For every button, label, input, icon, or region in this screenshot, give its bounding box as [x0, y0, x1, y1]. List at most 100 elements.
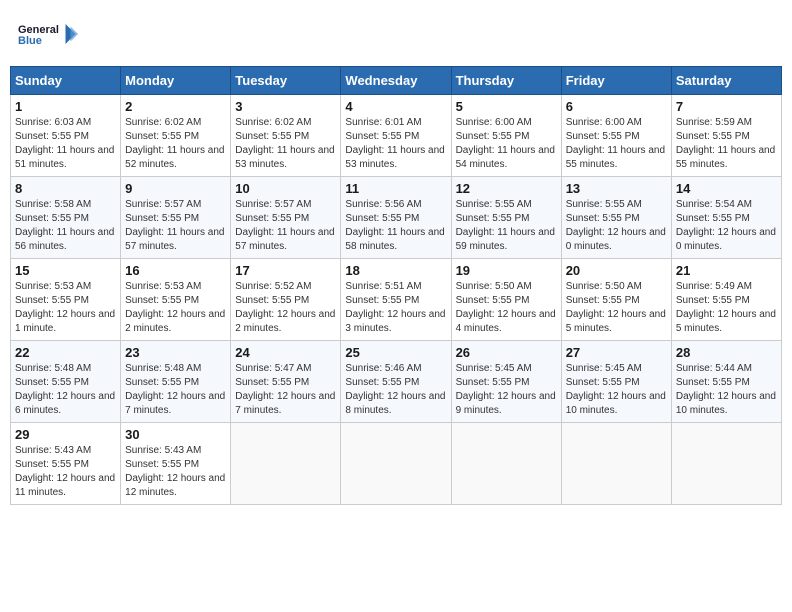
calendar-cell: 11 Sunrise: 5:56 AMSunset: 5:55 PMDayligh… [341, 177, 451, 259]
day-number: 5 [456, 99, 557, 114]
calendar-cell: 9 Sunrise: 5:57 AMSunset: 5:55 PMDaylight… [121, 177, 231, 259]
day-number: 27 [566, 345, 667, 360]
day-number: 9 [125, 181, 226, 196]
day-number: 29 [15, 427, 116, 442]
day-number: 19 [456, 263, 557, 278]
calendar-cell [561, 423, 671, 505]
day-info: Sunrise: 6:03 AMSunset: 5:55 PMDaylight:… [15, 116, 116, 172]
calendar-cell: 18 Sunrise: 5:51 AMSunset: 5:55 PMDayligh… [341, 259, 451, 341]
day-number: 24 [235, 345, 336, 360]
calendar-cell: 4 Sunrise: 6:01 AMSunset: 5:55 PMDaylight… [341, 95, 451, 177]
calendar-cell: 15 Sunrise: 5:53 AMSunset: 5:55 PMDayligh… [11, 259, 121, 341]
day-number: 18 [345, 263, 446, 278]
calendar-cell: 19 Sunrise: 5:50 AMSunset: 5:55 PMDayligh… [451, 259, 561, 341]
calendar-cell [671, 423, 781, 505]
header-thursday: Thursday [451, 67, 561, 95]
day-info: Sunrise: 5:48 AMSunset: 5:55 PMDaylight:… [15, 362, 116, 418]
calendar-cell: 29 Sunrise: 5:43 AMSunset: 5:55 PMDayligh… [11, 423, 121, 505]
calendar-cell: 28Sunrise: 5:44 AMSunset: 5:55 PMDayligh… [671, 341, 781, 423]
day-info: Sunrise: 5:56 AMSunset: 5:55 PMDaylight:… [345, 198, 446, 254]
calendar-cell: 2 Sunrise: 6:02 AMSunset: 5:55 PMDaylight… [121, 95, 231, 177]
day-number: 14 [676, 181, 777, 196]
day-number: 2 [125, 99, 226, 114]
day-info: Sunrise: 5:46 AMSunset: 5:55 PMDaylight:… [345, 362, 446, 418]
day-info: Sunrise: 6:02 AMSunset: 5:55 PMDaylight:… [125, 116, 226, 172]
calendar-cell: 10Sunrise: 5:57 AMSunset: 5:55 PMDayligh… [231, 177, 341, 259]
header-saturday: Saturday [671, 67, 781, 95]
week-row-3: 15 Sunrise: 5:53 AMSunset: 5:55 PMDayligh… [11, 259, 782, 341]
day-info: Sunrise: 5:53 AMSunset: 5:55 PMDaylight:… [125, 280, 226, 336]
day-info: Sunrise: 5:43 AMSunset: 5:55 PMDaylight:… [125, 444, 226, 500]
week-row-4: 22 Sunrise: 5:48 AMSunset: 5:55 PMDayligh… [11, 341, 782, 423]
calendar-cell: 17 Sunrise: 5:52 AMSunset: 5:55 PMDayligh… [231, 259, 341, 341]
day-number: 23 [125, 345, 226, 360]
calendar-cell: 13 Sunrise: 5:55 AMSunset: 5:55 PMDayligh… [561, 177, 671, 259]
day-info: Sunrise: 6:02 AMSunset: 5:55 PMDaylight:… [235, 116, 336, 172]
day-number: 20 [566, 263, 667, 278]
calendar-cell: 25 Sunrise: 5:46 AMSunset: 5:55 PMDayligh… [341, 341, 451, 423]
day-number: 26 [456, 345, 557, 360]
calendar-header-row: SundayMondayTuesdayWednesdayThursdayFrid… [11, 67, 782, 95]
header-monday: Monday [121, 67, 231, 95]
calendar-table: SundayMondayTuesdayWednesdayThursdayFrid… [10, 66, 782, 505]
day-number: 21 [676, 263, 777, 278]
day-number: 28 [676, 345, 777, 360]
day-info: Sunrise: 6:00 AMSunset: 5:55 PMDaylight:… [566, 116, 667, 172]
day-info: Sunrise: 6:01 AMSunset: 5:55 PMDaylight:… [345, 116, 446, 172]
day-info: Sunrise: 5:51 AMSunset: 5:55 PMDaylight:… [345, 280, 446, 336]
day-info: Sunrise: 5:43 AMSunset: 5:55 PMDaylight:… [15, 444, 116, 500]
calendar-cell: 5 Sunrise: 6:00 AMSunset: 5:55 PMDaylight… [451, 95, 561, 177]
day-number: 7 [676, 99, 777, 114]
header-sunday: Sunday [11, 67, 121, 95]
calendar-cell: 1 Sunrise: 6:03 AMSunset: 5:55 PMDaylight… [11, 95, 121, 177]
day-info: Sunrise: 5:55 AMSunset: 5:55 PMDaylight:… [566, 198, 667, 254]
day-number: 11 [345, 181, 446, 196]
day-info: Sunrise: 5:47 AMSunset: 5:55 PMDaylight:… [235, 362, 336, 418]
day-number: 3 [235, 99, 336, 114]
day-info: Sunrise: 5:50 AMSunset: 5:55 PMDaylight:… [456, 280, 557, 336]
calendar-cell: 16 Sunrise: 5:53 AMSunset: 5:55 PMDayligh… [121, 259, 231, 341]
calendar-cell: 14 Sunrise: 5:54 AMSunset: 5:55 PMDayligh… [671, 177, 781, 259]
calendar-cell: 21 Sunrise: 5:49 AMSunset: 5:55 PMDayligh… [671, 259, 781, 341]
calendar-cell: 23 Sunrise: 5:48 AMSunset: 5:55 PMDayligh… [121, 341, 231, 423]
day-number: 17 [235, 263, 336, 278]
day-number: 13 [566, 181, 667, 196]
day-number: 30 [125, 427, 226, 442]
calendar-cell: 27Sunrise: 5:45 AMSunset: 5:55 PMDayligh… [561, 341, 671, 423]
day-info: Sunrise: 5:57 AMSunset: 5:55 PMDaylight:… [125, 198, 226, 254]
calendar-cell: 12Sunrise: 5:55 AMSunset: 5:55 PMDayligh… [451, 177, 561, 259]
page-header: General Blue [10, 10, 782, 58]
day-number: 12 [456, 181, 557, 196]
calendar-cell: 22 Sunrise: 5:48 AMSunset: 5:55 PMDayligh… [11, 341, 121, 423]
day-number: 10 [235, 181, 336, 196]
day-info: Sunrise: 5:48 AMSunset: 5:55 PMDaylight:… [125, 362, 226, 418]
header-tuesday: Tuesday [231, 67, 341, 95]
header-wednesday: Wednesday [341, 67, 451, 95]
calendar-cell: 6Sunrise: 6:00 AMSunset: 5:55 PMDaylight… [561, 95, 671, 177]
day-info: Sunrise: 5:58 AMSunset: 5:55 PMDaylight:… [15, 198, 116, 254]
week-row-5: 29 Sunrise: 5:43 AMSunset: 5:55 PMDayligh… [11, 423, 782, 505]
calendar-cell [341, 423, 451, 505]
day-number: 15 [15, 263, 116, 278]
day-info: Sunrise: 6:00 AMSunset: 5:55 PMDaylight:… [456, 116, 557, 172]
day-number: 25 [345, 345, 446, 360]
calendar-cell: 7Sunrise: 5:59 AMSunset: 5:55 PMDaylight… [671, 95, 781, 177]
day-info: Sunrise: 5:54 AMSunset: 5:55 PMDaylight:… [676, 198, 777, 254]
week-row-2: 8 Sunrise: 5:58 AMSunset: 5:55 PMDaylight… [11, 177, 782, 259]
calendar-cell: 24 Sunrise: 5:47 AMSunset: 5:55 PMDayligh… [231, 341, 341, 423]
day-info: Sunrise: 5:53 AMSunset: 5:55 PMDaylight:… [15, 280, 116, 336]
calendar-cell [231, 423, 341, 505]
day-info: Sunrise: 5:49 AMSunset: 5:55 PMDaylight:… [676, 280, 777, 336]
svg-text:General: General [18, 24, 59, 36]
day-number: 8 [15, 181, 116, 196]
day-number: 22 [15, 345, 116, 360]
day-number: 16 [125, 263, 226, 278]
calendar-cell: 30 Sunrise: 5:43 AMSunset: 5:55 PMDayligh… [121, 423, 231, 505]
day-number: 1 [15, 99, 116, 114]
calendar-cell: 3 Sunrise: 6:02 AMSunset: 5:55 PMDaylight… [231, 95, 341, 177]
day-number: 4 [345, 99, 446, 114]
day-info: Sunrise: 5:52 AMSunset: 5:55 PMDaylight:… [235, 280, 336, 336]
calendar-cell: 8 Sunrise: 5:58 AMSunset: 5:55 PMDaylight… [11, 177, 121, 259]
calendar-cell: 26 Sunrise: 5:45 AMSunset: 5:55 PMDayligh… [451, 341, 561, 423]
day-info: Sunrise: 5:45 AMSunset: 5:55 PMDaylight:… [456, 362, 557, 418]
